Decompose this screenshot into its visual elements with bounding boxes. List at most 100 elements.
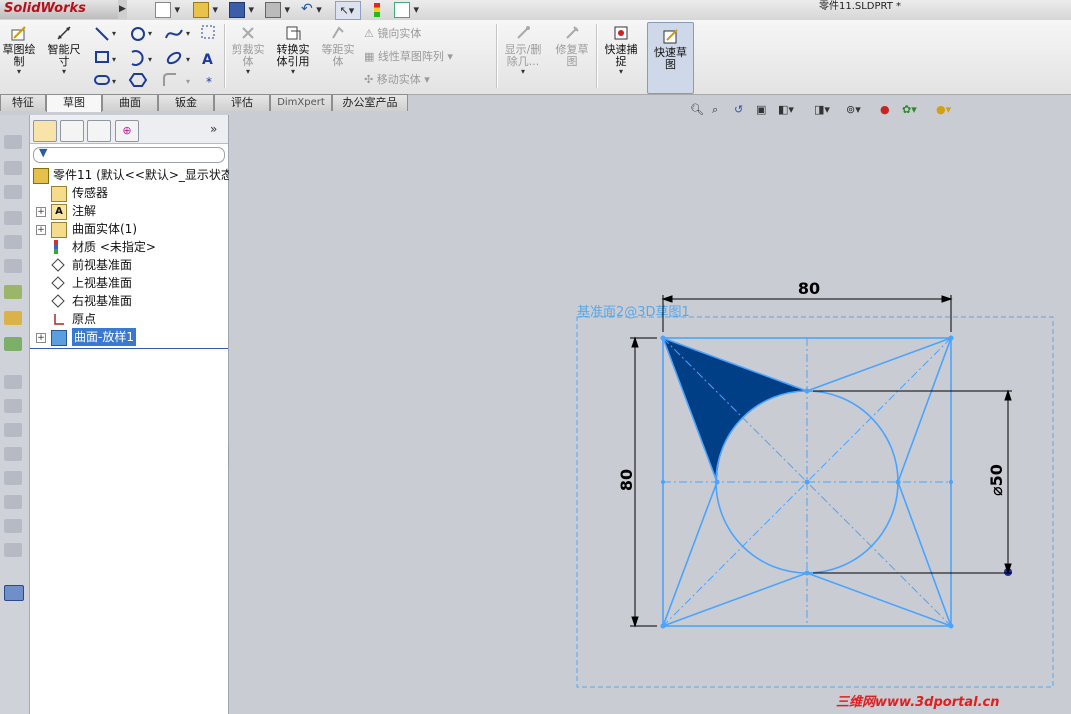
toolbar-button-icon[interactable] bbox=[4, 495, 22, 509]
menu-expand-arrow-icon[interactable]: ▶ bbox=[118, 0, 127, 19]
quick-snaps-button[interactable]: 快速捕 捉 ▾ bbox=[600, 22, 642, 90]
watermark: 三维网www.3dportal.cn bbox=[836, 695, 1000, 710]
smart-dimension-button[interactable]: 智能尺 寸 ▾ bbox=[44, 22, 84, 90]
tree-item-label: 材质 <未指定> bbox=[72, 240, 156, 254]
tree-item-material[interactable]: 材质 <未指定> bbox=[30, 238, 228, 256]
tab-sheet-metal[interactable]: 钣金 bbox=[158, 94, 214, 111]
apply-scene-icon[interactable]: ✿▾ bbox=[902, 103, 917, 116]
toolbar-button-icon[interactable] bbox=[4, 447, 22, 461]
tree-item-label: 传感器 bbox=[72, 186, 109, 200]
quick-snaps-label: 快速捕 捉 bbox=[604, 43, 638, 68]
rollback-bar[interactable] bbox=[30, 348, 228, 349]
section-view-icon[interactable]: ▣ bbox=[756, 103, 766, 116]
toolbar-button-icon[interactable] bbox=[4, 375, 22, 389]
tree-root[interactable]: 零件11 (默认<<默认>_显示状态 bbox=[30, 166, 233, 184]
toolbar-button-icon[interactable] bbox=[4, 211, 22, 225]
expand-icon[interactable]: + bbox=[36, 225, 46, 235]
toolbar-button-icon[interactable] bbox=[4, 423, 22, 437]
svg-text:*: * bbox=[206, 75, 212, 89]
tree-item-top-plane[interactable]: 上视基准面 bbox=[30, 274, 228, 292]
dimxpert-manager-tab-icon[interactable]: ⊕ bbox=[115, 120, 139, 142]
trim-label: 剪裁实 体 bbox=[231, 43, 265, 68]
previous-view-icon[interactable]: ↺ bbox=[734, 103, 743, 116]
toolbar-button-icon[interactable] bbox=[4, 399, 22, 413]
rapid-sketch-button[interactable]: 快速草 图 bbox=[647, 22, 694, 94]
tree-item-label: 前视基准面 bbox=[72, 258, 133, 272]
tree-item-sensors[interactable]: 传感器 bbox=[30, 184, 228, 202]
tree-item-surface-loft[interactable]: + 曲面-放样1 bbox=[30, 328, 228, 346]
separator bbox=[496, 24, 498, 88]
select-pointer-icon[interactable]: ↖▾ bbox=[335, 1, 361, 20]
save-icon[interactable]: ▾ bbox=[229, 1, 254, 18]
sketch-canvas[interactable]: 基准面2@3D草图1 80 80 ⌀50 bbox=[540, 270, 1060, 695]
sketch-entity-tools[interactable]: ▾ ▾ ▾ ▾ ▾ ▾ ▾ ▾ * A bbox=[92, 22, 222, 92]
repair-sketch-label: 修复草 图 bbox=[555, 43, 589, 68]
tab-sketch[interactable]: 草图 bbox=[46, 94, 102, 112]
linear-pattern-button[interactable]: ▦ 线性草图阵列 ▾ bbox=[364, 47, 494, 67]
toolbar-button-icon[interactable] bbox=[4, 259, 22, 273]
mirror-entities-button[interactable]: ⚠ 镜向实体 bbox=[364, 24, 494, 44]
vertical-toolbar bbox=[0, 115, 30, 714]
toolbar-button-icon[interactable] bbox=[4, 285, 22, 299]
tab-dimxpert[interactable]: DimXpert bbox=[270, 94, 332, 111]
tab-office-products[interactable]: 办公室产品 bbox=[332, 94, 408, 111]
toolbar-button-icon[interactable] bbox=[4, 471, 22, 485]
toolbar-button-icon[interactable] bbox=[4, 311, 22, 325]
tab-features[interactable]: 特征 bbox=[0, 94, 46, 111]
print-icon[interactable]: ▾ bbox=[265, 1, 290, 18]
filter-input[interactable]: ▼ bbox=[33, 146, 225, 163]
toolbar-button-icon[interactable] bbox=[4, 161, 22, 175]
property-manager-tab-icon[interactable] bbox=[60, 120, 84, 142]
display-delete-relations-button[interactable]: 显示/删 除几... ▾ bbox=[500, 22, 546, 90]
rebuild-icon[interactable] bbox=[374, 1, 380, 18]
zoom-to-area-icon[interactable]: ⌕ bbox=[712, 103, 718, 117]
dimension-diameter-value: ⌀50 bbox=[987, 464, 1006, 496]
svg-text:▾: ▾ bbox=[148, 55, 152, 64]
toolbar-button-icon[interactable] bbox=[4, 185, 22, 199]
open-document-icon[interactable]: ▾ bbox=[193, 1, 218, 18]
display-style-icon[interactable]: ◨▾ bbox=[814, 103, 830, 116]
hide-show-items-icon[interactable]: ⊚▾ bbox=[846, 103, 861, 116]
undo-icon[interactable]: ↶ ▾ bbox=[301, 1, 322, 18]
toolbar-button-icon[interactable] bbox=[4, 585, 24, 601]
tree-item-annotations[interactable]: + A 注解 bbox=[30, 202, 228, 220]
trim-button[interactable]: 剪裁实 体 ▾ bbox=[228, 22, 268, 90]
tree-item-surface-bodies[interactable]: + 曲面实体(1) bbox=[30, 220, 228, 238]
tab-surfaces[interactable]: 曲面 bbox=[102, 94, 158, 111]
command-manager: 草图绘 制 ▾ 智能尺 寸 ▾ ▾ ▾ ▾ ▾ ▾ ▾ ▾ ▾ * A 剪裁实 … bbox=[0, 20, 1071, 95]
toolbar-button-icon[interactable] bbox=[4, 135, 22, 149]
expand-icon[interactable]: + bbox=[36, 207, 46, 217]
move-entities-button[interactable]: ✣ 移动实体 ▾ bbox=[364, 70, 494, 90]
tree-item-right-plane[interactable]: 右视基准面 bbox=[30, 292, 228, 310]
file-properties-icon[interactable]: ▾ bbox=[394, 1, 419, 18]
arc-tool-icon: ▾ bbox=[131, 50, 152, 66]
tree-item-front-plane[interactable]: 前视基准面 bbox=[30, 256, 228, 274]
repair-sketch-button[interactable]: 修复草 图 bbox=[550, 22, 594, 90]
rapid-sketch-label: 快速草 图 bbox=[654, 46, 687, 71]
new-document-icon[interactable]: ▾ bbox=[155, 1, 180, 18]
feature-tree-tab-icon[interactable] bbox=[33, 120, 57, 142]
sketch-icon bbox=[10, 24, 28, 42]
toolbar-button-icon[interactable] bbox=[4, 543, 22, 557]
view-orientation-icon[interactable]: ◧▾ bbox=[778, 103, 794, 116]
sketch-button[interactable]: 草图绘 制 ▾ bbox=[0, 22, 38, 90]
toolbar-button-icon[interactable] bbox=[4, 519, 22, 533]
tab-evaluate[interactable]: 评估 bbox=[214, 94, 270, 111]
view-settings-icon[interactable]: ●▾ bbox=[936, 103, 951, 116]
solidworks-logo[interactable]: SolidWorks bbox=[0, 0, 118, 19]
convert-entities-label: 转换实 体引用 bbox=[276, 43, 310, 68]
offset-entities-button[interactable]: 等距实 体 bbox=[318, 22, 358, 90]
tree-item-origin[interactable]: 原点 bbox=[30, 310, 228, 328]
configuration-manager-tab-icon[interactable] bbox=[87, 120, 111, 142]
loft-icon bbox=[51, 330, 67, 346]
expand-icon[interactable]: + bbox=[36, 333, 46, 343]
edit-appearance-icon[interactable]: ● bbox=[880, 103, 890, 116]
convert-entities-button[interactable]: 转换实 体引用 ▾ bbox=[272, 22, 314, 90]
origin-icon bbox=[51, 312, 65, 326]
toolbar-button-icon[interactable] bbox=[4, 337, 22, 351]
expand-panel-icon[interactable]: » bbox=[210, 122, 217, 136]
zoom-to-fit-icon[interactable]: 🔍︎ bbox=[690, 103, 704, 116]
slot-tool-icon: ▾ bbox=[94, 75, 116, 86]
separator bbox=[596, 24, 598, 88]
toolbar-button-icon[interactable] bbox=[4, 235, 22, 249]
